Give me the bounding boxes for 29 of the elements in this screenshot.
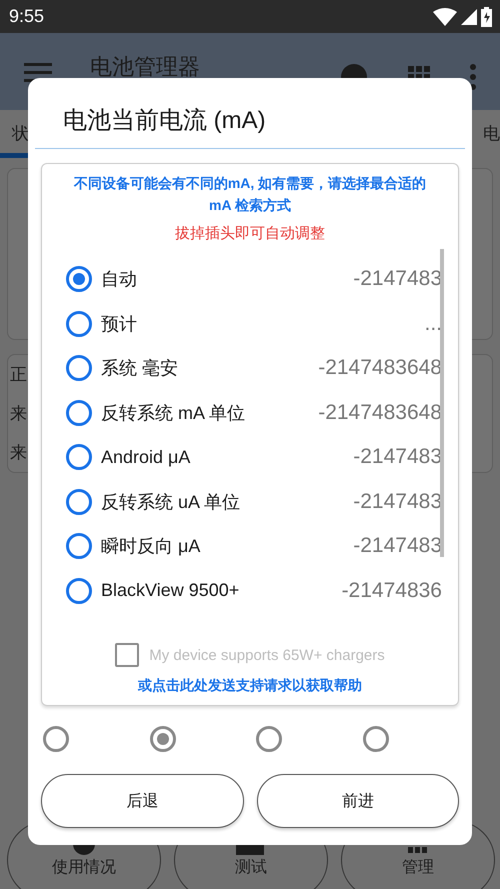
current-value: -2147483 [353, 267, 442, 292]
option-label: 反转系统 uA 单位 [101, 490, 242, 514]
option-label: BlackView 9500+ [101, 580, 240, 602]
status-time: 9:55 [9, 6, 44, 27]
current-value: -2147483 [353, 490, 442, 514]
tab[interactable]: 电 [471, 112, 500, 158]
dialog-title: 电池当前电流 (mA) [35, 78, 465, 149]
option-label: 瞬时反向 μA [101, 535, 202, 558]
app-title: 电池管理器 [90, 52, 201, 80]
card-text: 正 [10, 364, 27, 386]
warning-text: 拔掉插头即可自动调整 [175, 224, 325, 243]
checkbox-label: My device supports 65W+ chargers [149, 646, 385, 664]
option-label: 反转系统 mA 单位 [101, 402, 246, 425]
current-value: -2147483648 [318, 356, 442, 380]
option-label: Android μA [101, 446, 192, 468]
current-value: -2147483648 [318, 400, 442, 425]
help-link[interactable]: 或点击此处发送支持请求以获取帮助 [138, 677, 362, 695]
back-button[interactable]: 后退 [41, 774, 244, 828]
card-text: 来 [10, 403, 27, 425]
option-label: 预计 [101, 312, 138, 336]
option-label: 自动 [101, 268, 138, 292]
option-label: 系统 毫安 [101, 357, 180, 380]
current-value: -2147483 [353, 445, 442, 470]
current-value: -21474836 [342, 578, 442, 603]
notice-text: 不同设备可能会有不同的mA, 如有需要，请选择最合适的 mA 检索方式 [72, 174, 428, 215]
current-value: ... [424, 312, 442, 336]
card-text: 来 [10, 442, 27, 464]
next-button[interactable]: 前进 [256, 774, 459, 828]
current-value: -2147483 [353, 534, 442, 558]
